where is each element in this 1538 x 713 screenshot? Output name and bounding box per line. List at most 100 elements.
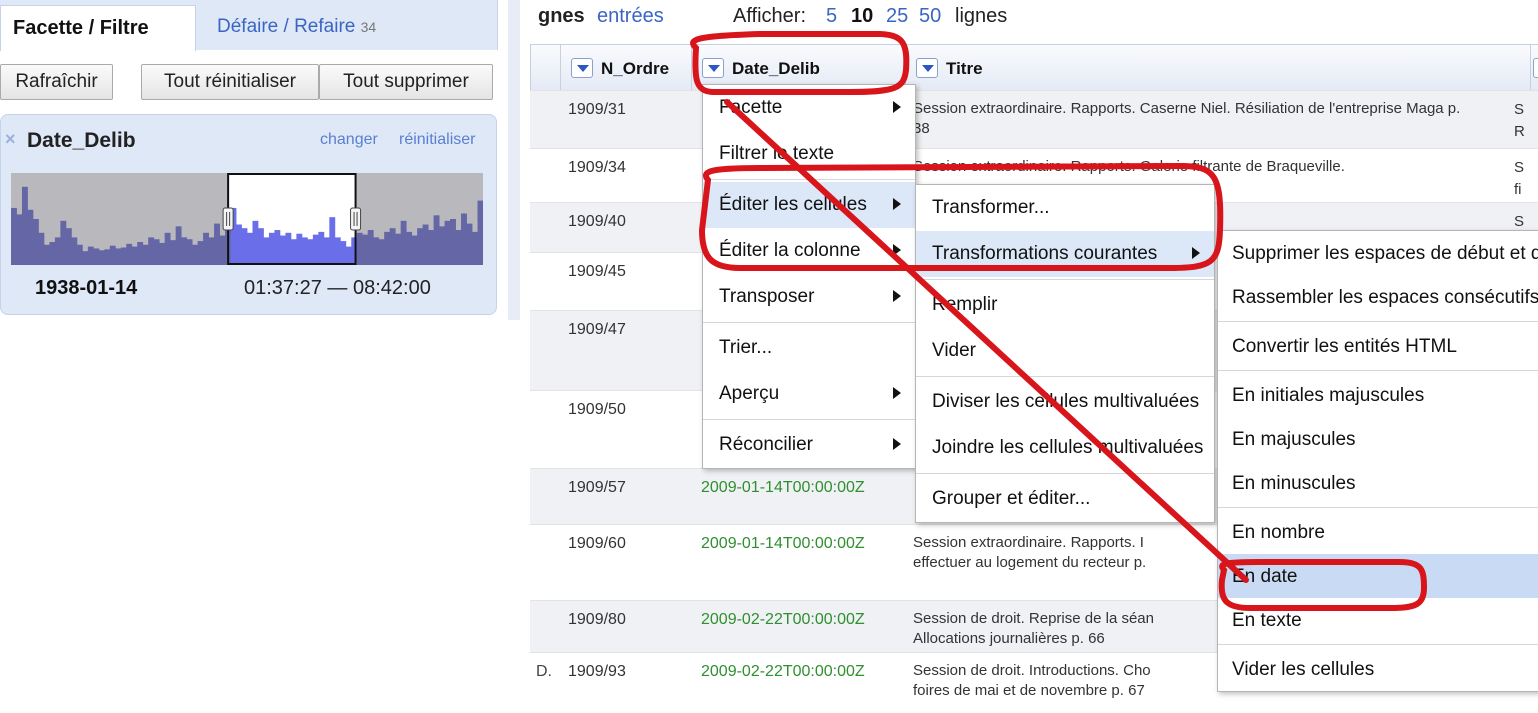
facet-reset-link[interactable]: réinitialiser: [399, 131, 475, 149]
chevron-down-icon[interactable]: [702, 57, 724, 78]
menu-divider: [916, 279, 1214, 280]
menu-item-to-number[interactable]: En nombre: [1218, 510, 1538, 554]
records-link[interactable]: entrées: [597, 5, 664, 28]
histogram-bar: [472, 231, 478, 265]
menu-item-to-uppercase[interactable]: En majuscules: [1218, 417, 1538, 461]
menu-divider: [1218, 507, 1538, 508]
tab-undo-redo[interactable]: Défaire / Refaire 34: [217, 16, 376, 38]
menu-item-facet[interactable]: Facette: [703, 85, 915, 131]
date-histogram[interactable]: [11, 173, 483, 265]
histogram-bar: [197, 241, 204, 265]
row-marker: D.: [536, 663, 552, 680]
tab-facet-filter[interactable]: Facette / Filtre: [0, 5, 196, 51]
menu-item-common-transforms[interactable]: Transformations courantes: [916, 231, 1214, 277]
histogram-bar: [192, 244, 199, 265]
histogram-bar: [16, 214, 23, 265]
histogram-bar: [76, 244, 83, 265]
histogram-bar: [389, 228, 396, 265]
menu-item-trim-whitespace[interactable]: Supprimer les espaces de début et de fin: [1218, 231, 1538, 275]
facet-range-values: 01:37:27 — 08:42:00: [244, 277, 431, 299]
histogram-bar: [378, 239, 385, 265]
remove-all-button[interactable]: Tout supprimer: [319, 64, 493, 100]
table-toolbar: gnes entrées Afficher: 5 10 25 50 lignes: [530, 0, 1538, 40]
menu-item-to-lowercase[interactable]: En minuscules: [1218, 461, 1538, 505]
menu-item-edit-column[interactable]: Éditer la colonne: [703, 228, 915, 274]
histogram-bar: [411, 235, 418, 265]
page-size-10[interactable]: 10: [851, 5, 873, 28]
refresh-button[interactable]: Rafraîchir: [0, 64, 113, 100]
menu-item-to-titlecase[interactable]: En initiales majuscules: [1218, 373, 1538, 417]
menu-item-text-filter[interactable]: Filtrer le texte: [703, 131, 915, 177]
edit-cells-menu: Transformer... Transformations courantes…: [915, 184, 1215, 523]
menu-item-join-multivalued[interactable]: Joindre les cellules multivaluées: [916, 425, 1214, 471]
histogram-bar: [241, 228, 248, 265]
histogram-bar: [247, 232, 253, 265]
panel-splitter[interactable]: [508, 0, 520, 320]
menu-item-split-multivalued[interactable]: Diviser les cellules multivaluées: [916, 379, 1214, 425]
menu-item-sort[interactable]: Trier...: [703, 325, 915, 371]
undo-count: 34: [360, 19, 377, 35]
menu-divider: [703, 179, 915, 180]
cell-n-ordre: 1909/93: [568, 663, 626, 680]
menu-item-fill-down[interactable]: Remplir: [916, 282, 1214, 328]
facet-title: Date_Delib: [27, 129, 136, 152]
cell-next-column: S fi: [1514, 159, 1525, 198]
cell-date-delib: 2009-01-14T00:00:00Z: [701, 535, 865, 552]
range-start-handle[interactable]: [222, 207, 234, 231]
histogram-bar: [345, 246, 352, 265]
close-icon[interactable]: ×: [5, 129, 16, 150]
cell-n-ordre: 1909/80: [568, 611, 626, 628]
histogram-bar: [422, 224, 429, 265]
menu-item-cluster-edit[interactable]: Grouper et éditer...: [916, 476, 1214, 522]
cell-n-ordre: 1909/34: [568, 159, 626, 176]
histogram-bar: [373, 237, 380, 265]
rows-label: gnes: [538, 5, 585, 27]
chevron-down-icon[interactable]: [1533, 57, 1538, 78]
chevron-down-icon[interactable]: [916, 57, 938, 78]
histogram-bar: [49, 242, 56, 265]
table-row: 1909/31 Session extraordinaire. Rapports.…: [530, 90, 1538, 148]
histogram-bar: [115, 248, 122, 265]
column-header-n-ordre[interactable]: N_Ordre: [560, 44, 691, 94]
histogram-bar: [93, 248, 100, 265]
histogram-bar: [455, 230, 462, 265]
chevron-down-icon[interactable]: [571, 57, 593, 78]
menu-item-unescape-html[interactable]: Convertir les entités HTML: [1218, 324, 1538, 368]
tab-undo-label: Défaire / Refaire: [217, 16, 356, 37]
histogram-bar: [318, 231, 325, 265]
menu-item-reconcile[interactable]: Réconcilier: [703, 422, 915, 468]
page-size-25[interactable]: 25: [886, 5, 908, 28]
histogram-bar: [274, 230, 281, 265]
histogram-bar: [60, 220, 67, 265]
cell-titre: Session extraordinaire. Rapports. Galeri…: [913, 158, 1345, 175]
column-header-titre[interactable]: Titre: [905, 44, 1530, 94]
page-size-5[interactable]: 5: [826, 5, 837, 28]
histogram-bar: [417, 228, 424, 265]
histogram-bar: [296, 233, 303, 265]
range-end-handle[interactable]: [350, 207, 362, 231]
menu-item-blank-cells[interactable]: Vider les cellules: [1218, 647, 1538, 691]
cell-date-delib: 2009-01-14T00:00:00Z: [701, 479, 865, 496]
menu-item-edit-cells[interactable]: Éditer les cellules: [703, 182, 915, 228]
histogram-bar: [137, 242, 144, 265]
histogram-bar: [301, 237, 308, 265]
histogram-bar: [312, 234, 319, 265]
menu-item-to-text[interactable]: En texte: [1218, 598, 1538, 642]
histogram-bar: [279, 235, 286, 265]
menu-item-transform[interactable]: Transformer...: [916, 185, 1214, 231]
column-header-next[interactable]: [1530, 44, 1538, 94]
menu-item-blank-down[interactable]: Vider: [916, 328, 1214, 374]
histogram-bar: [323, 237, 330, 265]
facet-change-link[interactable]: changer: [320, 131, 378, 149]
page-size-50[interactable]: 50: [919, 5, 941, 28]
histogram-bar: [87, 246, 94, 265]
menu-item-view[interactable]: Aperçu: [703, 371, 915, 417]
reset-all-button[interactable]: Tout réinitialiser: [141, 64, 319, 100]
histogram-bar: [208, 237, 215, 265]
menu-item-collapse-whitespace[interactable]: Rassembler les espaces consécutifs: [1218, 275, 1538, 319]
menu-item-transpose[interactable]: Transposer: [703, 274, 915, 320]
histogram-bar: [164, 232, 171, 265]
histogram-bar: [334, 237, 341, 265]
histogram-bar: [219, 235, 226, 265]
menu-item-to-date[interactable]: En date: [1218, 554, 1538, 598]
